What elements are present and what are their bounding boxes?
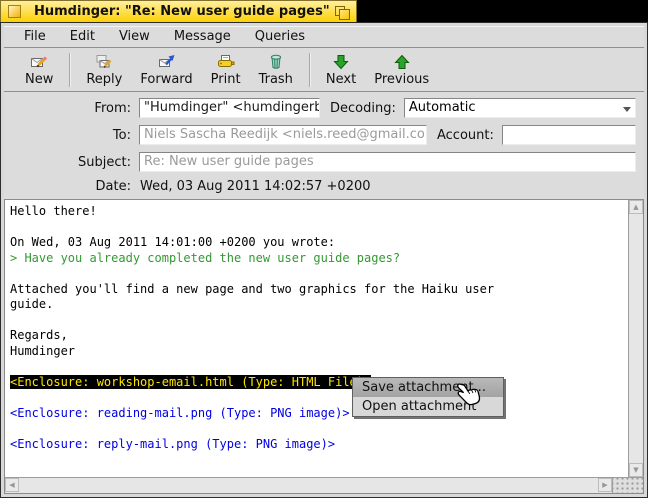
window-title-tab[interactable]: Humdinger: "Re: New user guide pages" (0, 0, 357, 22)
menu-file[interactable]: File (12, 28, 58, 45)
enclosure-link[interactable]: <Enclosure: workshop-email.html (Type: H… (10, 375, 628, 391)
message-line: Hello there! (10, 204, 628, 220)
mail-window: File Edit View Message Queries New (0, 22, 648, 498)
message-line (10, 313, 628, 329)
previous-button[interactable]: Previous (365, 52, 438, 88)
date-value: Wed, 03 Aug 2011 14:02:57 +0200 (139, 179, 371, 194)
subject-label: Subject: (4, 155, 139, 170)
to-field[interactable]: Niels Sascha Reedijk <niels.reed@gmail.c… (139, 125, 427, 145)
forward-button[interactable]: Forward (131, 52, 201, 88)
message-line (10, 421, 628, 437)
decoding-dropdown[interactable]: Automatic (404, 98, 636, 118)
print-icon (217, 53, 235, 72)
reply-icon (95, 53, 113, 72)
up-arrow-icon (393, 53, 411, 72)
toolbar-separator (69, 53, 70, 87)
context-menu: Save attachment... Open attachment (352, 377, 504, 417)
toolbar-separator (309, 53, 310, 87)
header-panel: From: "Humdinger" <humdingerb@goog Decod… (4, 92, 644, 199)
new-button[interactable]: New (16, 52, 62, 88)
date-label: Date: (4, 179, 139, 194)
scroll-left-button[interactable]: ◀ (5, 478, 19, 492)
left-arrow-icon: ◀ (9, 482, 14, 489)
message-line (10, 390, 628, 406)
message-line (10, 220, 628, 236)
next-button[interactable]: Next (317, 52, 365, 88)
message-line: > Have you already completed the new use… (10, 251, 628, 267)
subject-field[interactable]: Re: New user guide pages (139, 152, 636, 172)
menu-item-open-attachment[interactable]: Open attachment (353, 397, 503, 416)
chevron-down-icon (623, 107, 631, 112)
from-label: From: (4, 101, 139, 116)
close-button[interactable] (8, 5, 21, 18)
message-body[interactable]: Hello there! On Wed, 03 Aug 2011 14:01:00… (5, 200, 628, 477)
vertical-scrollbar[interactable]: ▲ ▼ (628, 200, 643, 477)
message-line (10, 359, 628, 375)
message-line: guide. (10, 297, 628, 313)
trash-button[interactable]: Trash (250, 52, 302, 88)
window-title: Humdinger: "Re: New user guide pages" (34, 4, 330, 19)
new-mail-icon (30, 53, 48, 72)
account-field[interactable] (502, 125, 636, 145)
menu-edit[interactable]: Edit (58, 28, 107, 45)
reply-button[interactable]: Reply (77, 52, 131, 88)
resize-grip[interactable] (612, 478, 643, 493)
scroll-right-button[interactable]: ▶ (598, 478, 612, 492)
message-line: Regards, (10, 328, 628, 344)
message-line (10, 266, 628, 282)
print-button[interactable]: Print (202, 52, 250, 88)
account-label: Account: (427, 128, 502, 143)
message-line: Humdinger (10, 344, 628, 360)
toolbar: New Reply (4, 48, 644, 92)
enclosure-link[interactable]: <Enclosure: reading-mail.png (Type: PNG … (10, 406, 628, 422)
to-label: To: (4, 128, 139, 143)
menu-queries[interactable]: Queries (243, 28, 317, 45)
scroll-up-button[interactable]: ▲ (629, 200, 643, 214)
enclosure-link[interactable]: <Enclosure: reply-mail.png (Type: PNG im… (10, 437, 628, 453)
message-line: On Wed, 03 Aug 2011 14:01:00 +0200 you w… (10, 235, 628, 251)
down-arrow-icon: ▼ (633, 467, 638, 474)
up-arrow-icon: ▲ (633, 204, 638, 211)
trash-icon (267, 53, 285, 72)
right-arrow-icon: ▶ (602, 482, 607, 489)
scroll-down-button[interactable]: ▼ (629, 463, 643, 477)
menu-view[interactable]: View (107, 28, 162, 45)
decoding-label: Decoding: (320, 101, 404, 116)
horizontal-scrollbar[interactable]: ◀ ▶ (5, 478, 612, 493)
menu-message[interactable]: Message (162, 28, 243, 45)
menu-bar: File Edit View Message Queries (4, 26, 644, 48)
down-arrow-icon (332, 53, 350, 72)
from-field[interactable]: "Humdinger" <humdingerb@goog (139, 98, 320, 118)
menu-item-save-attachment[interactable]: Save attachment... (353, 378, 503, 397)
message-line: Attached you'll find a new page and two … (10, 282, 628, 298)
body-area: Hello there! On Wed, 03 Aug 2011 14:01:00… (4, 199, 644, 494)
forward-icon (158, 53, 176, 72)
zoom-button[interactable] (335, 5, 350, 19)
screen: { "window": { "title": "Humdinger: \"Re:… (0, 0, 648, 498)
